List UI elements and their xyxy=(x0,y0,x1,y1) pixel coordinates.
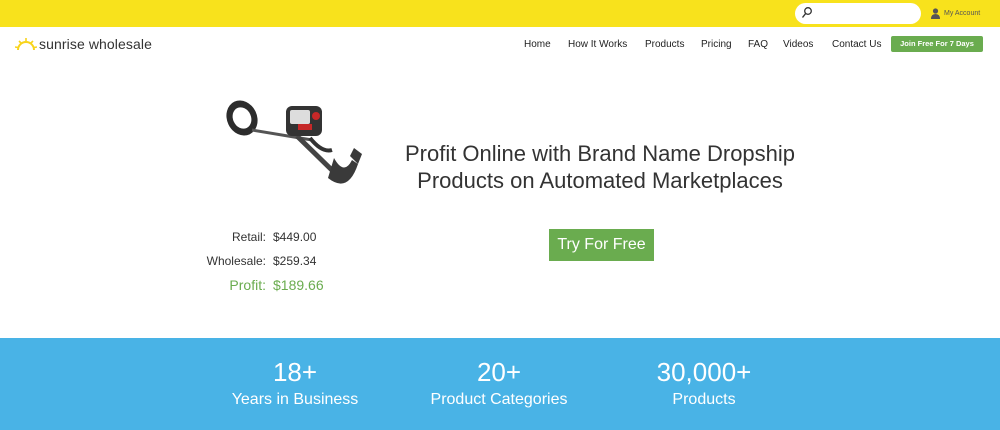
retail-value: $449.00 xyxy=(273,230,317,244)
top-bar: My Account xyxy=(0,0,1000,27)
stat-products: 30,000+ Products xyxy=(604,356,804,410)
stats-band: 18+ Years in Business 20+ Product Catego… xyxy=(0,338,1000,430)
search-input[interactable] xyxy=(795,3,921,24)
site-header: sunrise wholesale Home How It Works Prod… xyxy=(0,27,1000,63)
nav-pricing[interactable]: Pricing xyxy=(701,39,732,50)
hero-headline: Profit Online with Brand Name Dropship P… xyxy=(404,141,796,193)
nav-home[interactable]: Home xyxy=(524,39,551,50)
nav-how-it-works[interactable]: How It Works xyxy=(568,39,627,50)
wholesale-value: $259.34 xyxy=(273,254,317,268)
hero-section: Retail: $449.00 Wholesale: $259.34 Profi… xyxy=(0,63,1000,338)
stat-number: 18+ xyxy=(272,357,318,387)
stat-label: Years in Business xyxy=(231,391,359,408)
join-free-button[interactable]: Join Free For 7 Days xyxy=(891,36,983,52)
profit-value: $189.66 xyxy=(273,277,324,293)
my-account-link[interactable]: My Account xyxy=(931,6,980,20)
main-nav: Home How It Works Products Pricing FAQ V… xyxy=(0,37,1000,53)
nav-videos[interactable]: Videos xyxy=(783,39,813,50)
nav-faq[interactable]: FAQ xyxy=(748,39,768,50)
stat-number: 20+ xyxy=(476,357,522,387)
user-icon xyxy=(931,7,940,19)
stat-number: 30,000+ xyxy=(656,357,752,387)
my-account-label: My Account xyxy=(944,9,981,17)
nav-contact-us[interactable]: Contact Us xyxy=(832,39,881,50)
wholesale-label: Wholesale: xyxy=(206,254,266,268)
stat-label: Product Categories xyxy=(430,391,568,408)
stat-years: 18+ Years in Business xyxy=(195,356,395,410)
try-for-free-button[interactable]: Try For Free xyxy=(549,229,654,261)
nav-products[interactable]: Products xyxy=(645,39,684,50)
retail-label: Retail: xyxy=(231,230,266,244)
metal-detector-product-image[interactable] xyxy=(222,98,364,198)
search-icon xyxy=(801,7,812,18)
stat-label: Products xyxy=(672,391,736,408)
profit-label: Profit: xyxy=(229,277,266,293)
stat-categories: 20+ Product Categories xyxy=(399,356,599,410)
